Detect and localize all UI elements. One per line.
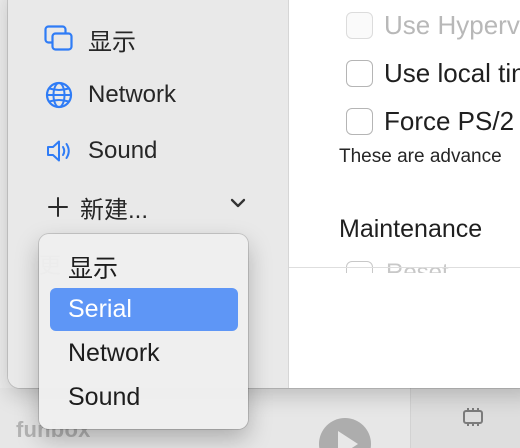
settings-content: Use Hypervi Use local tin Force PS/2 c T… bbox=[289, 0, 520, 388]
checkbox-row-ps2[interactable]: Force PS/2 c bbox=[346, 106, 520, 136]
sidebar-item-network[interactable]: Network bbox=[44, 79, 176, 111]
sidebar-item-display[interactable]: 显示 bbox=[44, 23, 136, 56]
local-time-checkbox[interactable] bbox=[346, 59, 373, 87]
checkbox-row-hypervisor[interactable]: Use Hypervi bbox=[346, 10, 520, 40]
new-device-label: 新建... bbox=[80, 196, 149, 224]
play-icon bbox=[338, 431, 358, 448]
ps2-label: Force PS/2 c bbox=[384, 105, 520, 136]
menu-item-label: Network bbox=[68, 339, 160, 367]
new-device-menu: 显示 Serial Network Sound bbox=[39, 234, 248, 429]
advanced-settings-help-text: These are advance bbox=[339, 146, 502, 167]
chip-icon bbox=[463, 408, 483, 426]
checkbox-row-local-time[interactable]: Use local tin bbox=[346, 58, 520, 88]
display-icon bbox=[44, 25, 73, 51]
globe-icon bbox=[45, 81, 73, 109]
menu-item-label: 显示 bbox=[68, 254, 119, 283]
content-divider bbox=[289, 267, 520, 268]
menu-item-label: Serial bbox=[68, 295, 132, 323]
speaker-icon bbox=[47, 140, 70, 162]
hypervisor-label: Use Hypervi bbox=[384, 9, 520, 40]
hypervisor-checkbox[interactable] bbox=[346, 11, 373, 39]
chevron-down-icon[interactable] bbox=[229, 197, 247, 209]
menu-item-sound[interactable]: Sound bbox=[50, 376, 238, 419]
plus-icon bbox=[46, 195, 70, 219]
maintenance-section-title: Maintenance bbox=[339, 215, 483, 243]
sidebar-item-label: Sound bbox=[88, 137, 158, 164]
sidebar-item-sound[interactable]: Sound bbox=[44, 135, 157, 167]
local-time-label: Use local tin bbox=[384, 57, 520, 88]
menu-item-serial[interactable]: Serial bbox=[50, 288, 238, 331]
sidebar-item-label: Network bbox=[88, 81, 177, 108]
menu-item-network[interactable]: Network bbox=[50, 332, 238, 375]
ps2-checkbox[interactable] bbox=[346, 107, 373, 135]
menu-item-display[interactable]: 显示 bbox=[50, 245, 238, 288]
menu-item-label: Sound bbox=[68, 383, 141, 411]
screen: funbox 显示 Network Sound 新建... Use Hyperv… bbox=[0, 0, 520, 448]
sidebar-item-label: 显示 bbox=[88, 28, 136, 56]
new-device-button[interactable]: 新建... bbox=[46, 191, 149, 224]
